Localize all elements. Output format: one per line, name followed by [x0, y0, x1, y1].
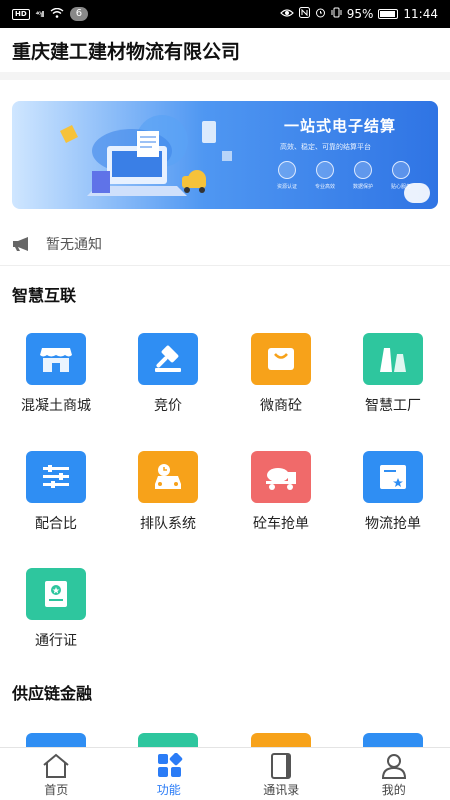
banner-features: 资源认证 专业高效 数据保护 贴心服务: [274, 161, 414, 190]
nav-label: 功能: [156, 783, 181, 797]
banner-feature: 专业高效: [312, 161, 338, 190]
sliders-icon: [26, 451, 86, 503]
shopping-bag-icon: [251, 333, 311, 385]
grid-icon: [157, 753, 182, 777]
notification-badge: 6: [69, 7, 89, 21]
megaphone-icon: [13, 236, 28, 251]
grid-item-label: 混凝土商城: [21, 398, 91, 414]
pass-card-icon: [26, 568, 86, 620]
factory-icon: [363, 333, 423, 385]
banner-feature: 资源认证: [274, 161, 300, 190]
section-title-finance: 供应链金融: [12, 684, 93, 703]
alarm-icon: [315, 7, 326, 21]
grid-item-label: 微商砼: [260, 398, 302, 414]
document-star-icon: [363, 451, 423, 503]
gavel-icon: [138, 333, 198, 385]
battery-icon: [378, 9, 399, 19]
grid-item-micro-concrete[interactable]: 微商砼: [225, 333, 337, 433]
nav-label: 通讯录: [263, 783, 300, 797]
battery-percent: 95%: [346, 7, 374, 21]
grid-item-label: 排队系统: [140, 516, 196, 532]
grid-item-label: 通行证: [35, 633, 77, 649]
service-icon: [392, 161, 410, 179]
grid-item-label: 砼车抢单: [253, 516, 309, 532]
shield-icon: [278, 161, 296, 179]
grid-item-logistics-order[interactable]: 物流抢单: [337, 451, 449, 551]
promo-banner[interactable]: 一站式电子结算 高效、稳定、可靠的结算平台 资源认证 专业高效 数据保护 贴心服…: [12, 101, 438, 209]
grid-item-mixer-truck-order[interactable]: 砼车抢单: [225, 451, 337, 551]
mixer-truck-icon: [251, 451, 311, 503]
signal-icon: ⁴⁶ıll: [35, 9, 45, 19]
user-icon: [381, 754, 406, 779]
store-icon: [26, 333, 86, 385]
app-header: 重庆建工建材物流有限公司: [0, 28, 450, 80]
banner-subtitle: 高效、稳定、可靠的结算平台: [280, 143, 371, 151]
grid-item-label: 竞价: [154, 398, 182, 414]
grid-item-concrete-mall[interactable]: 混凝土商城: [0, 333, 112, 433]
grid-item-queue-system[interactable]: 排队系统: [112, 451, 224, 551]
person-icon: [316, 161, 334, 179]
grid-item-pass[interactable]: 通行证: [0, 568, 112, 668]
grid-item-smart-factory[interactable]: 智慧工厂: [337, 333, 449, 433]
grid-item-mix-ratio[interactable]: 配合比: [0, 451, 112, 551]
banner-title: 一站式电子结算: [284, 117, 397, 135]
notice-text: 暂无通知: [46, 236, 102, 253]
banner-illustration: [60, 115, 232, 196]
nav-label: 首页: [44, 783, 69, 797]
umbrella-icon: [354, 161, 372, 179]
nav-label: 我的: [381, 783, 406, 797]
nfc-icon: [298, 7, 310, 21]
grid-item-label: 物流抢单: [365, 516, 421, 532]
eye-icon: [279, 7, 294, 21]
banner-feature: 数据保护: [350, 161, 376, 190]
section-title-smart: 智慧互联: [12, 286, 77, 305]
nav-features[interactable]: 功能: [113, 748, 226, 800]
bottom-nav: 首页 功能 通讯录 我的: [0, 747, 450, 800]
grid-item-bidding[interactable]: 竞价: [112, 333, 224, 433]
home-icon: [43, 753, 69, 778]
status-bar: HD ⁴⁶ıll 6 95% 11:44: [0, 0, 450, 28]
nav-profile[interactable]: 我的: [338, 748, 450, 800]
grid-item-label: 配合比: [35, 516, 77, 532]
car-clock-icon: [138, 451, 198, 503]
grid-item-label: 智慧工厂: [365, 398, 421, 414]
nav-contacts[interactable]: 通讯录: [225, 748, 338, 800]
hd-indicator: HD: [12, 8, 30, 20]
cloud-logo-icon: [404, 183, 430, 203]
notice-bar[interactable]: 暂无通知: [0, 222, 450, 266]
clock-time: 11:44: [403, 7, 438, 21]
nav-home[interactable]: 首页: [0, 748, 113, 800]
contacts-icon: [271, 753, 292, 779]
wifi-icon: [50, 7, 64, 21]
vibrate-icon: [331, 7, 342, 21]
page-title: 重庆建工建材物流有限公司: [12, 40, 241, 63]
